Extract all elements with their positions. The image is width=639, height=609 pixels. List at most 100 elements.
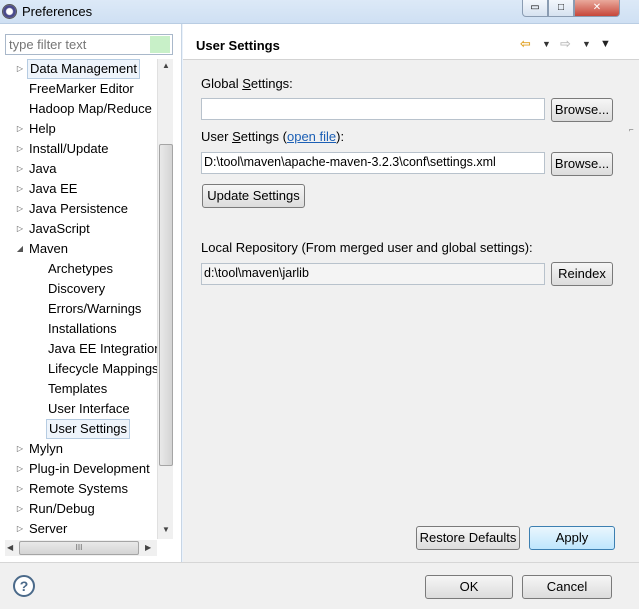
- sidebar-vertical-scrollbar[interactable]: ▲ ▼: [157, 59, 173, 539]
- edge-fragment: ⌐: [629, 125, 634, 134]
- ok-button[interactable]: OK: [425, 575, 513, 599]
- collapsed-arrow-icon[interactable]: ▷: [15, 459, 25, 479]
- collapsed-arrow-icon[interactable]: ▷: [15, 499, 25, 519]
- collapsed-arrow-icon[interactable]: ▷: [15, 179, 25, 199]
- tree-item[interactable]: User Settings: [0, 419, 157, 439]
- collapsed-arrow-icon[interactable]: ▷: [15, 519, 25, 539]
- tree-item-label: FreeMarker Editor: [29, 81, 134, 96]
- maximize-button[interactable]: □: [548, 0, 574, 17]
- user-settings-label-part: User: [201, 129, 233, 144]
- forward-dropdown-icon[interactable]: ▼: [582, 36, 591, 52]
- window-title: Preferences: [22, 4, 93, 19]
- tree-item[interactable]: Java EE Integration: [0, 339, 157, 359]
- back-arrow-icon[interactable]: ⇦: [520, 36, 531, 52]
- preferences-sidebar: ▷Data ManagementFreeMarker EditorHadoop …: [0, 24, 182, 562]
- preferences-tree: ▷ Data Management FreeMarker Editor Hadoop …: [0, 59, 157, 539]
- preference-page: User Settings ⇦ ▼ ⇨ ▼ ▼ Global Settings:…: [183, 24, 639, 562]
- collapsed-arrow-icon[interactable]: ▷: [15, 119, 25, 139]
- sidebar-horizontal-scrollbar[interactable]: ◀ III ▶: [5, 540, 157, 556]
- tree-item-label: Errors/Warnings: [48, 301, 142, 316]
- user-settings-mnemonic: S: [232, 129, 241, 144]
- update-settings-button[interactable]: Update Settings: [202, 184, 305, 208]
- scroll-right-icon[interactable]: ▶: [145, 543, 151, 552]
- tree-item[interactable]: Errors/Warnings: [0, 299, 157, 319]
- minimize-button[interactable]: ▭: [522, 0, 548, 17]
- tree-item[interactable]: ▷ Plug-in Development: [0, 459, 157, 479]
- tree-item-label: Lifecycle Mappings: [48, 361, 157, 376]
- tree-item[interactable]: Discovery: [0, 279, 157, 299]
- tree-item[interactable]: ▷ Java: [0, 159, 157, 179]
- vertical-scroll-thumb[interactable]: [159, 144, 173, 466]
- view-menu-icon[interactable]: ▼: [600, 36, 611, 52]
- filter-input[interactable]: [5, 34, 173, 55]
- tree-item[interactable]: ▷ Install/Update: [0, 139, 157, 159]
- collapsed-arrow-icon[interactable]: ▷: [15, 159, 25, 179]
- title-bar: Preferences ▭ □ ✕: [0, 0, 639, 24]
- collapsed-arrow-icon[interactable]: ▷: [15, 219, 25, 239]
- clear-filter-icon[interactable]: [150, 36, 170, 53]
- tree-item[interactable]: Archetypes: [0, 259, 157, 279]
- apply-button[interactable]: Apply: [529, 526, 615, 550]
- tree-item-label: User Interface: [48, 401, 130, 416]
- reindex-button[interactable]: Reindex: [551, 262, 613, 286]
- tree-item-label: Server: [29, 521, 68, 536]
- tree-item-label: Hadoop Map/Reduce: [29, 101, 152, 116]
- local-repository-field: d:\tool\maven\jarlib: [201, 263, 545, 285]
- global-settings-label-part: ettings:: [250, 76, 293, 91]
- tree-item[interactable]: Installations: [0, 319, 157, 339]
- page-header: User Settings ⇦ ▼ ⇨ ▼ ▼: [183, 24, 639, 60]
- tree-item-label: Templates: [48, 381, 108, 396]
- tree-item-label: Run/Debug: [29, 501, 95, 516]
- tree-item[interactable]: Lifecycle Mappings: [0, 359, 157, 379]
- global-settings-field[interactable]: [201, 98, 545, 120]
- tree-item[interactable]: ▷ Java Persistence: [0, 199, 157, 219]
- tree-item-label: Install/Update: [29, 141, 109, 156]
- expanded-arrow-icon[interactable]: ◢: [15, 239, 25, 259]
- tree-item[interactable]: ▷ JavaScript: [0, 219, 157, 239]
- tree-item[interactable]: ▷ Java EE: [0, 179, 157, 199]
- tree-item[interactable]: User Interface: [0, 399, 157, 419]
- collapsed-arrow-icon[interactable]: ▷: [15, 479, 25, 499]
- tree-item[interactable]: ▷ Run/Debug: [0, 499, 157, 519]
- tree-item[interactable]: ◢ Maven: [0, 239, 157, 259]
- eclipse-app-icon: [2, 4, 17, 19]
- tree-item[interactable]: ▷ Server: [0, 519, 157, 539]
- collapsed-arrow-icon[interactable]: ▷: [15, 59, 25, 79]
- restore-defaults-button[interactable]: Restore Defaults: [416, 526, 520, 550]
- scroll-up-icon[interactable]: ▲: [162, 61, 170, 70]
- tree-item[interactable]: ▷ Remote Systems: [0, 479, 157, 499]
- collapsed-arrow-icon[interactable]: ▷: [15, 139, 25, 159]
- tree-item-label: Discovery: [48, 281, 106, 296]
- user-settings-label-part: ettings (: [240, 129, 287, 144]
- dialog-button-bar: ? OK Cancel: [0, 562, 639, 609]
- tree-item[interactable]: FreeMarker Editor: [0, 79, 157, 99]
- tree-item[interactable]: ▷ Data Management: [0, 59, 157, 79]
- tree-item-label: Java Persistence: [29, 201, 128, 216]
- scroll-down-icon[interactable]: ▼: [162, 525, 170, 534]
- user-settings-field[interactable]: D:\tool\maven\apache-maven-3.2.3\conf\se…: [201, 152, 545, 174]
- scroll-left-icon[interactable]: ◀: [7, 543, 13, 552]
- open-file-link[interactable]: open file: [287, 129, 336, 144]
- tree-item-label: Java: [29, 161, 57, 176]
- tree-item[interactable]: ▷ Help: [0, 119, 157, 139]
- tree-item-label: Data Management: [27, 59, 140, 79]
- collapsed-arrow-icon[interactable]: ▷: [15, 199, 25, 219]
- user-browse-button[interactable]: Browse...: [551, 152, 613, 176]
- horizontal-scroll-thumb[interactable]: III: [19, 541, 139, 555]
- help-icon[interactable]: ?: [13, 575, 35, 597]
- global-settings-mnemonic: S: [242, 76, 251, 91]
- tree-item[interactable]: Hadoop Map/Reduce: [0, 99, 157, 119]
- tree-item[interactable]: ▷ Mylyn: [0, 439, 157, 459]
- user-settings-label-part: ):: [336, 129, 345, 144]
- forward-arrow-icon[interactable]: ⇨: [560, 36, 571, 52]
- tree-item-label: Plug-in Development: [29, 461, 150, 476]
- tree-item[interactable]: Templates: [0, 379, 157, 399]
- cancel-button[interactable]: Cancel: [522, 575, 612, 599]
- back-dropdown-icon[interactable]: ▼: [542, 36, 551, 52]
- global-browse-button[interactable]: Browse...: [551, 98, 613, 122]
- tree-item-label: Help: [29, 121, 56, 136]
- close-button[interactable]: ✕: [574, 0, 620, 17]
- tree-item-label: Installations: [48, 321, 117, 336]
- collapsed-arrow-icon[interactable]: ▷: [15, 439, 25, 459]
- global-settings-label: Global Settings:: [201, 76, 293, 91]
